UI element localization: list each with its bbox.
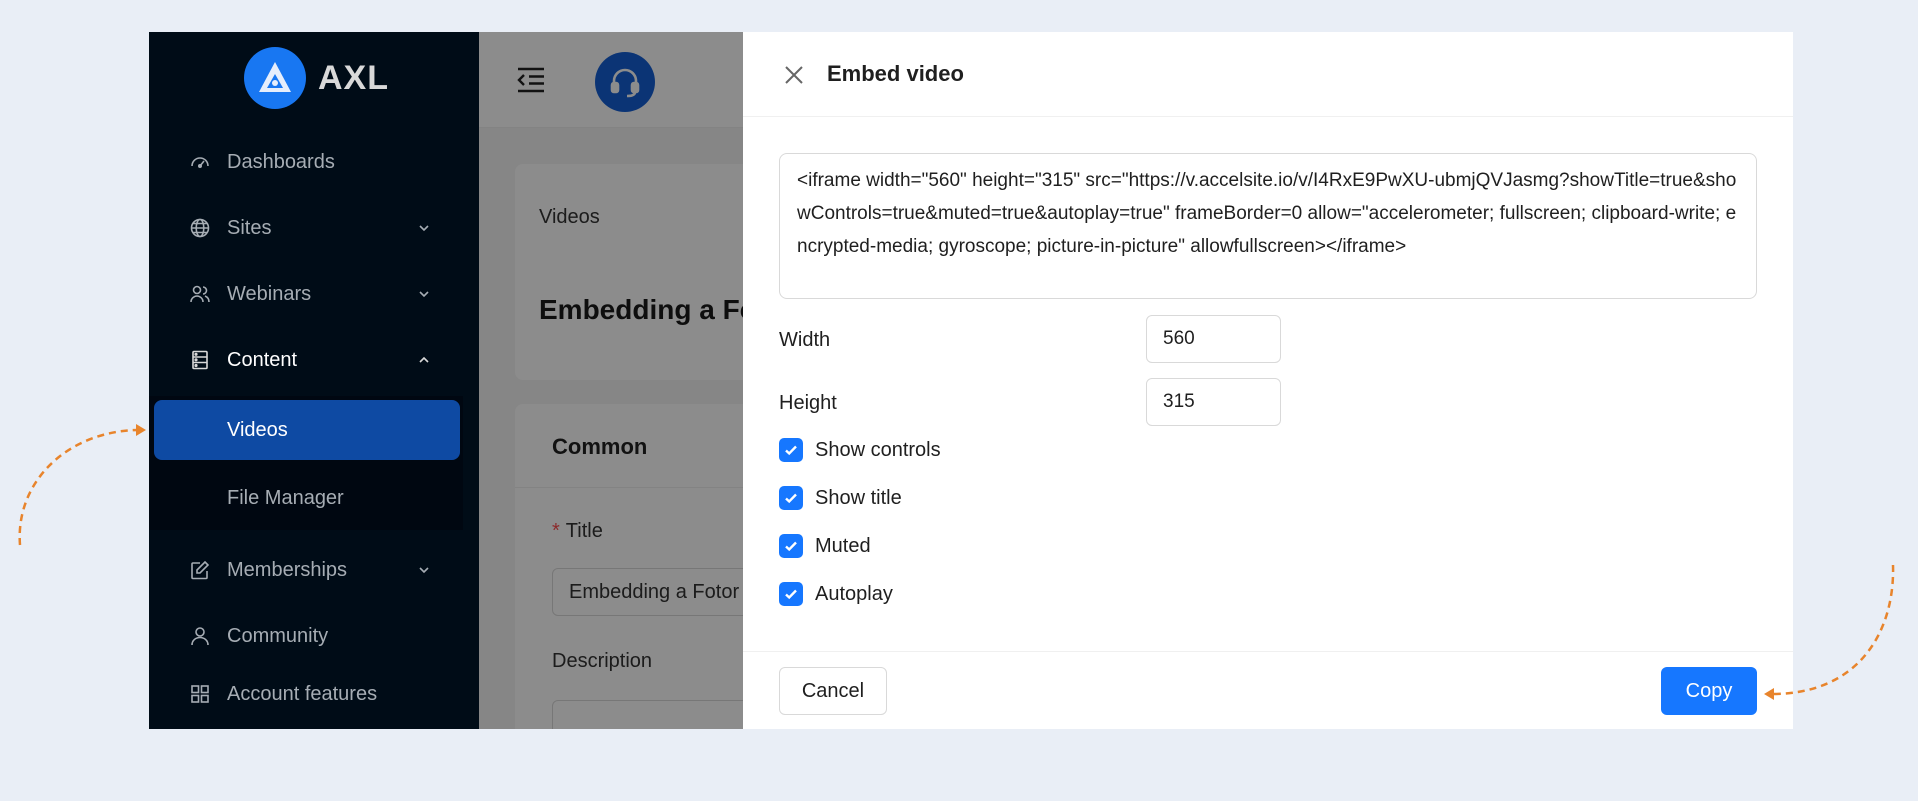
grid-icon <box>189 683 211 705</box>
width-input[interactable]: 560 <box>1146 315 1281 363</box>
cancel-button[interactable]: Cancel <box>779 667 887 715</box>
copy-button[interactable]: Copy <box>1661 667 1757 715</box>
sidebar-item-account-features[interactable]: Account features <box>149 670 479 718</box>
user-icon <box>189 625 211 647</box>
sidebar-item-community[interactable]: Community <box>149 612 479 660</box>
sidebar-item-label: Sites <box>227 216 272 239</box>
globe-icon <box>189 217 211 239</box>
sidebar-item-label: Webinars <box>227 282 312 305</box>
embed-video-drawer: Embed video <iframe width="560" height="… <box>743 32 1793 729</box>
sidebar-item-dashboards[interactable]: Dashboards <box>149 138 479 186</box>
checkbox-checked-icon[interactable] <box>779 582 803 606</box>
checkbox-label: Show controls <box>815 438 941 461</box>
checkbox-checked-icon[interactable] <box>779 534 803 558</box>
sidebar: AXL Dashboards Sites Webinars Content Vi… <box>149 32 479 729</box>
sidebar-item-content[interactable]: Content <box>149 336 479 384</box>
checkbox-checked-icon[interactable] <box>779 486 803 510</box>
sidebar-item-label: Community <box>227 624 329 647</box>
annotation-arrow-left <box>18 424 146 546</box>
chevron-down-icon <box>416 220 432 236</box>
show-title-checkbox[interactable]: Show title <box>779 486 902 510</box>
embed-code-textarea[interactable]: <iframe width="560" height="315" src="ht… <box>779 153 1757 299</box>
database-icon <box>189 349 211 371</box>
drawer-footer: Cancel Copy <box>743 651 1793 729</box>
checkbox-label: Muted <box>815 534 871 557</box>
checkbox-label: Show title <box>815 486 902 509</box>
brand-name: AXL <box>318 58 389 97</box>
app-window: AXL Dashboards Sites Webinars Content Vi… <box>149 32 1793 729</box>
sidebar-item-label: Content <box>227 348 298 371</box>
sidebar-item-sites[interactable]: Sites <box>149 204 479 252</box>
logo-icon <box>244 47 306 109</box>
height-label: Height <box>779 392 837 414</box>
autoplay-checkbox[interactable]: Autoplay <box>779 582 893 606</box>
close-icon[interactable] <box>783 64 805 86</box>
checkbox-label: Autoplay <box>815 582 893 605</box>
checkbox-checked-icon[interactable] <box>779 438 803 462</box>
sidebar-subitem-file-manager[interactable]: File Manager <box>149 474 463 522</box>
sidebar-item-label: Dashboards <box>227 150 335 173</box>
sidebar-item-memberships[interactable]: Memberships <box>149 546 479 594</box>
dashboard-icon <box>189 151 211 173</box>
drawer-header: Embed video <box>743 32 1793 117</box>
width-label: Width <box>779 329 831 351</box>
sidebar-item-webinars[interactable]: Webinars <box>149 270 479 318</box>
chevron-up-icon <box>416 352 432 368</box>
drawer-title: Embed video <box>827 61 964 86</box>
muted-checkbox[interactable]: Muted <box>779 534 871 558</box>
chevron-down-icon <box>416 286 432 302</box>
height-input[interactable]: 315 <box>1146 378 1281 426</box>
users-icon <box>189 283 211 305</box>
sidebar-item-label: Account features <box>227 682 378 705</box>
show-controls-checkbox[interactable]: Show controls <box>779 438 941 462</box>
annotation-arrow-right <box>1764 564 1895 700</box>
chevron-down-icon <box>416 562 432 578</box>
sidebar-subitem-videos[interactable]: Videos <box>154 400 460 460</box>
logo[interactable]: AXL <box>244 47 389 109</box>
edit-icon <box>189 559 211 581</box>
sidebar-item-label: Memberships <box>227 558 348 581</box>
